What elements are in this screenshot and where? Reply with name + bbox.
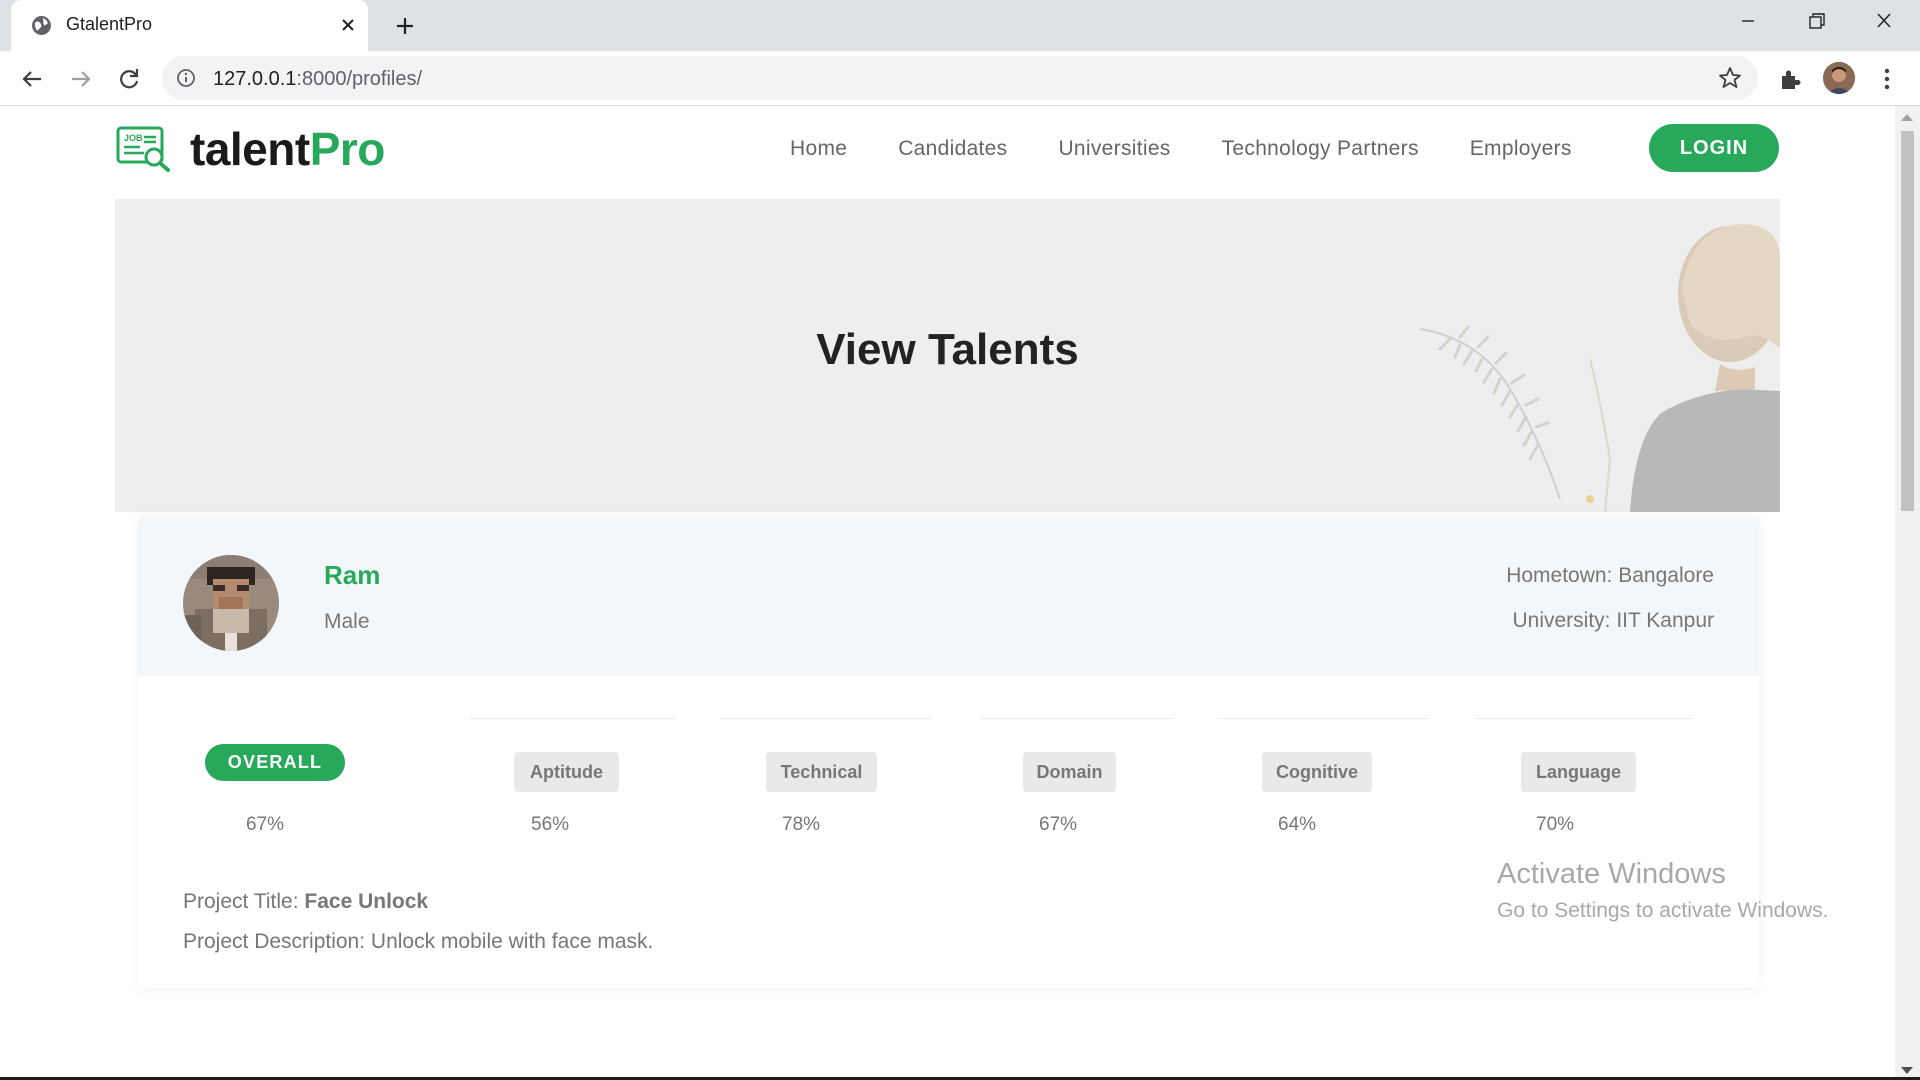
profile-avatar[interactable] [1823, 62, 1855, 94]
job-search-icon: JOB [116, 126, 170, 172]
candidate-university: University: IIT Kanpur [1512, 609, 1714, 632]
language-score: 70% [1536, 814, 1575, 835]
minimize-icon[interactable] [1730, 8, 1766, 34]
project-description: Project Description: Unlock mobile with … [183, 930, 654, 953]
tab-strip: GtalentPro [0, 0, 1920, 51]
profile-card-header: Ram Male Hometown: Bangalore University:… [138, 518, 1759, 676]
logo-icon-text: JOB [124, 133, 143, 143]
tab-title: GtalentPro [66, 14, 153, 34]
candidate-gender: Male [324, 610, 370, 633]
hero-banner: View Talents [115, 199, 1780, 512]
cognitive-badge: Cognitive [1262, 752, 1372, 792]
nav-home[interactable]: Home [790, 137, 847, 161]
technical-score: 78% [782, 814, 821, 835]
page-title: View Talents [816, 325, 1079, 374]
candidate-name[interactable]: Ram [324, 560, 380, 591]
nav-universities[interactable]: Universities [1058, 137, 1170, 161]
close-tab-icon[interactable] [337, 14, 359, 36]
activation-watermark-subtitle: Go to Settings to activate Windows. [1497, 899, 1829, 922]
menu-kebab-icon[interactable] [1874, 64, 1900, 94]
language-badge: Language [1521, 752, 1636, 792]
site-logo[interactable]: JOB talentPro [116, 123, 385, 175]
nav-technology-partners[interactable]: Technology Partners [1222, 137, 1419, 161]
info-icon[interactable] [176, 68, 196, 88]
scroll-thumb[interactable] [1901, 131, 1914, 511]
divider [980, 718, 1174, 719]
address-bar[interactable]: 127.0.0.1:8000/profiles/ [162, 56, 1758, 100]
main-nav: Home Candidates Universities Technology … [790, 137, 1623, 161]
candidate-avatar [183, 555, 279, 651]
project-title: Project Title: Face Unlock [183, 890, 429, 913]
candidate-hometown: Hometown: Bangalore [1506, 564, 1714, 587]
divider [1475, 718, 1693, 719]
bookmark-star-icon[interactable] [1717, 65, 1743, 91]
divider [470, 718, 676, 719]
restore-icon[interactable] [1798, 8, 1834, 34]
technical-badge: Technical [766, 752, 877, 792]
aptitude-score: 56% [531, 814, 570, 835]
aptitude-badge: Aptitude [514, 752, 619, 792]
domain-badge: Domain [1023, 752, 1116, 792]
reload-icon[interactable] [114, 64, 144, 94]
scroll-up-arrow-icon[interactable] [1901, 114, 1913, 121]
cognitive-score: 64% [1278, 814, 1317, 835]
globe-icon [32, 16, 51, 35]
back-icon[interactable] [17, 64, 47, 94]
overall-badge: OVERALL [205, 744, 345, 781]
new-tab-icon[interactable] [392, 13, 418, 39]
scroll-down-arrow-icon[interactable] [1901, 1067, 1913, 1074]
nav-employers[interactable]: Employers [1470, 137, 1572, 161]
forward-icon[interactable] [66, 64, 96, 94]
login-button[interactable]: LOGIN [1649, 124, 1779, 172]
extensions-icon[interactable] [1775, 64, 1805, 94]
nav-candidates[interactable]: Candidates [898, 137, 1007, 161]
overall-score: 67% [246, 814, 285, 835]
domain-score: 67% [1039, 814, 1078, 835]
divider [1217, 718, 1429, 719]
close-window-icon[interactable] [1866, 8, 1902, 34]
page-scrollbar[interactable] [1895, 106, 1920, 1080]
url-text: 127.0.0.1:8000/profiles/ [213, 68, 423, 90]
logo-wordmark: talentPro [190, 123, 385, 175]
browser-tab[interactable]: GtalentPro [11, 0, 368, 51]
divider [720, 718, 932, 719]
browser-toolbar: 127.0.0.1:8000/profiles/ [0, 51, 1920, 106]
activation-watermark-title: Activate Windows [1497, 858, 1726, 890]
page-viewport: JOB talentPro Home Candidates Universiti… [0, 106, 1920, 1080]
